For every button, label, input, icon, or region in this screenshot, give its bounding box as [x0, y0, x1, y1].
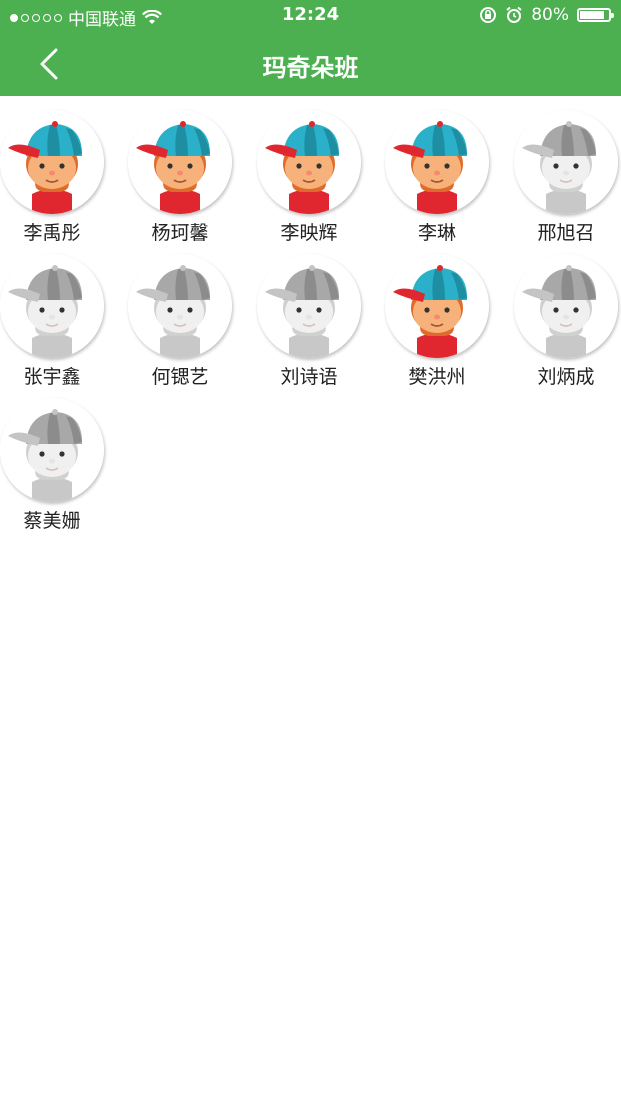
student-avatar	[257, 254, 361, 358]
student-item[interactable]: 何锶艺	[125, 254, 235, 389]
student-name: 李琳	[417, 222, 456, 244]
nav-bar: 玛奇朵班	[0, 34, 621, 96]
student-item[interactable]: 樊洪州	[382, 254, 492, 389]
student-name: 李禹彤	[23, 222, 81, 244]
student-avatar	[514, 254, 618, 358]
student-name: 樊洪州	[408, 366, 466, 388]
student-avatar	[514, 110, 618, 214]
student-item[interactable]: 张宇鑫	[0, 254, 107, 389]
student-item[interactable]: 李映辉	[254, 110, 364, 245]
student-name: 杨珂馨	[151, 222, 209, 244]
student-avatar	[385, 110, 489, 214]
student-avatar	[128, 254, 232, 358]
battery-percent: 80%	[531, 5, 569, 25]
rotation-lock-icon	[480, 7, 497, 23]
student-avatar	[0, 110, 104, 214]
student-avatar	[0, 254, 104, 358]
page-title: 玛奇朵班	[262, 54, 359, 82]
student-name: 张宇鑫	[23, 366, 81, 388]
student-name: 刘诗语	[280, 366, 338, 388]
student-avatar	[257, 110, 361, 214]
app-header: 中国联通 12:24 80% 玛奇朵班	[0, 0, 621, 96]
student-name: 蔡美姗	[23, 510, 81, 532]
alarm-icon	[506, 6, 522, 23]
student-item[interactable]: 刘炳成	[511, 254, 621, 389]
student-avatar	[0, 398, 104, 502]
student-name: 李映辉	[280, 222, 338, 244]
student-item[interactable]: 李禹彤	[0, 110, 107, 245]
student-item[interactable]: 邢旭召	[511, 110, 621, 245]
student-item[interactable]: 蔡美姗	[0, 398, 107, 533]
student-item[interactable]: 李琳	[382, 110, 492, 245]
student-item[interactable]: 刘诗语	[254, 254, 364, 389]
student-avatar	[128, 110, 232, 214]
status-bar: 中国联通 12:24 80%	[0, 0, 621, 34]
student-name: 邢旭召	[537, 222, 595, 244]
student-avatar	[385, 254, 489, 358]
student-name: 何锶艺	[151, 366, 209, 388]
battery-icon	[577, 8, 614, 22]
student-name: 刘炳成	[537, 366, 595, 388]
status-right: 80%	[479, 5, 614, 25]
student-item[interactable]: 杨珂馨	[125, 110, 235, 245]
